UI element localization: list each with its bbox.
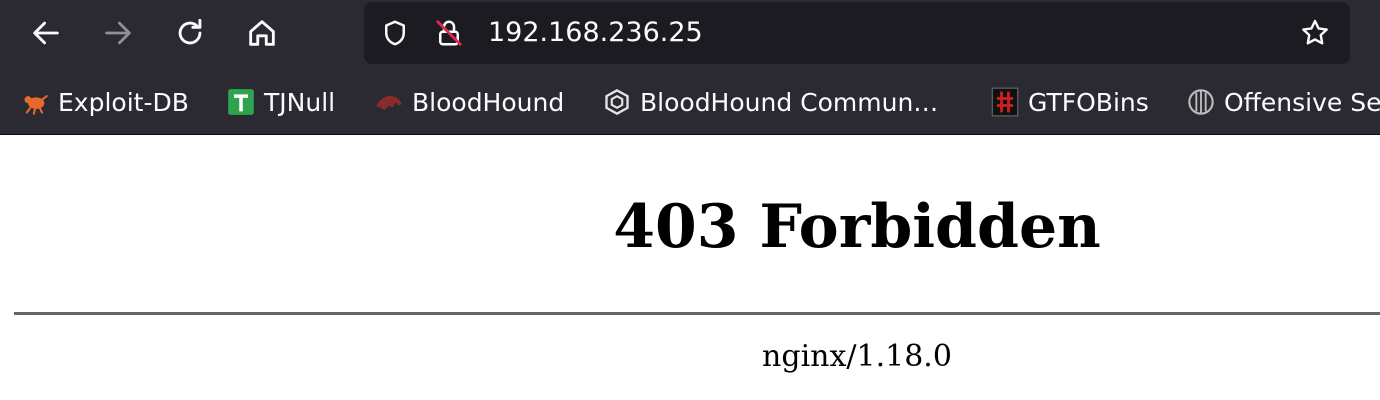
browser-chrome: 192.168.236.25 Exploit-DB TJNull BloodHo… (0, 0, 1380, 135)
url-text[interactable]: 192.168.236.25 (488, 16, 703, 50)
bloodhound-icon (374, 87, 404, 117)
bookmark-offensive-security[interactable]: Offensive Se (1186, 84, 1380, 120)
gtfobins-icon (990, 87, 1020, 117)
insecure-lock-icon[interactable] (432, 16, 466, 50)
bookmark-label: BloodHound Commun… (640, 87, 939, 117)
bookmarks-toolbar: Exploit-DB TJNull BloodHound BloodHound … (0, 74, 1380, 132)
bookmark-gtfobins[interactable]: GTFOBins (990, 84, 1149, 120)
bookmark-tjnull[interactable]: TJNull (226, 84, 335, 120)
url-bar[interactable]: 192.168.236.25 (364, 2, 1350, 64)
server-signature: nginx/1.18.0 (762, 339, 952, 374)
home-icon (249, 20, 275, 46)
tjnull-icon (226, 87, 256, 117)
shield-icon[interactable] (378, 16, 412, 50)
bookmark-bloodhound-community[interactable]: BloodHound Commun… (602, 84, 938, 120)
bookmark-label: TJNull (264, 87, 336, 117)
bookmark-label: BloodHound (412, 87, 565, 117)
forward-button[interactable] (94, 10, 142, 56)
exploit-db-icon (20, 87, 50, 117)
offensive-security-icon (1186, 87, 1216, 117)
bloodhound-community-icon (602, 87, 632, 117)
arrow-right-icon (105, 21, 131, 45)
reload-button[interactable] (166, 10, 214, 56)
bookmark-exploit-db[interactable]: Exploit-DB (20, 84, 189, 120)
bookmark-label: GTFOBins (1028, 87, 1149, 117)
page-content: 403 Forbidden nginx/1.18.0 (0, 135, 1380, 400)
navigation-toolbar: 192.168.236.25 (0, 0, 1380, 68)
reload-icon (178, 18, 202, 45)
bookmark-bloodhound[interactable]: BloodHound (374, 84, 564, 120)
home-button[interactable] (238, 10, 286, 56)
bookmark-label: Offensive Se (1224, 87, 1380, 117)
back-button[interactable] (22, 10, 70, 56)
arrow-left-icon (33, 21, 59, 45)
star-icon[interactable] (1298, 16, 1332, 50)
bookmark-label: Exploit-DB (58, 87, 189, 117)
page-title: 403 Forbidden (613, 192, 1101, 262)
horizontal-rule (14, 312, 1380, 315)
